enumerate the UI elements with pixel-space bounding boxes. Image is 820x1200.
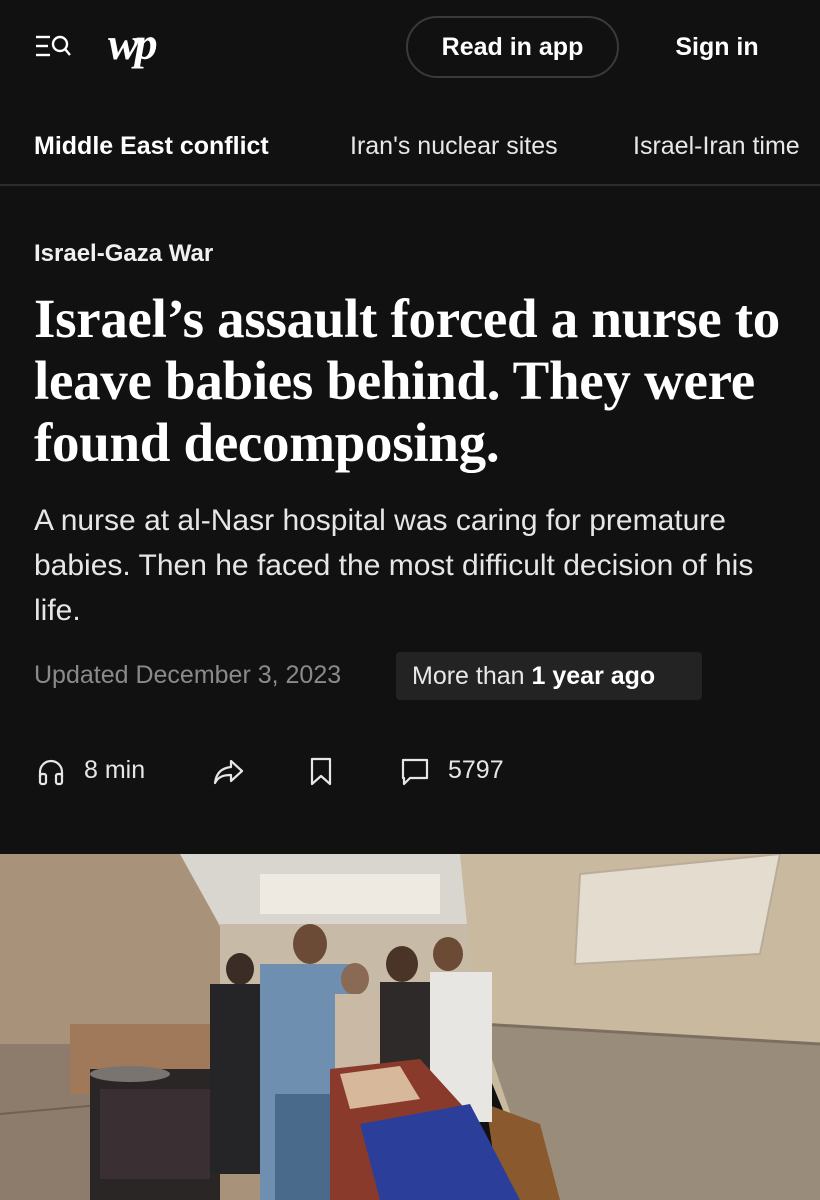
share-arrow-icon	[213, 759, 244, 785]
comment-icon	[401, 758, 429, 786]
hospital-corridor-image	[0, 854, 820, 1200]
article-kicker[interactable]: Israel-Gaza War	[34, 238, 213, 270]
age-value: 1 year ago	[531, 662, 656, 690]
comments-button[interactable]: 5797	[400, 744, 520, 798]
nav-divider	[0, 184, 820, 186]
headphones-icon	[38, 759, 64, 786]
topic-iran-nuclear-sites[interactable]: Iran's nuclear sites	[350, 130, 558, 162]
bookmark-icon	[310, 757, 332, 786]
listen-button[interactable]: 8 min	[34, 744, 160, 798]
read-in-app-button[interactable]: Read in app	[406, 16, 619, 78]
sign-in-button[interactable]: Sign in	[652, 16, 782, 78]
top-bar: wp Read in app Sign in	[0, 0, 820, 96]
share-button[interactable]	[212, 744, 252, 798]
article-actions: 8 min 5797	[0, 744, 820, 798]
washington-post-logo[interactable]: wp	[108, 16, 172, 76]
updated-date: Updated December 3, 2023	[34, 661, 342, 689]
topic-middle-east-conflict[interactable]: Middle East conflict	[34, 130, 269, 162]
menu-search-icon[interactable]	[34, 30, 74, 64]
save-button[interactable]	[306, 744, 340, 798]
comments-count: 5797	[448, 756, 504, 784]
article-page: wp Read in app Sign in Middle East confl…	[0, 0, 820, 1200]
topic-nav: Middle East conflict Iran's nuclear site…	[0, 110, 820, 184]
article-dek: A nurse at al-Nasr hospital was caring f…	[34, 504, 754, 627]
listen-duration: 8 min	[84, 756, 146, 784]
age-prefix: More than	[412, 662, 532, 690]
logo-text: wp	[108, 18, 158, 69]
age-badge: More than 1 year ago	[396, 652, 702, 700]
lead-photo[interactable]	[0, 854, 820, 1200]
article-headline: Israel’s assault forced a nurse to leave…	[34, 288, 780, 473]
topic-israel-iran-timeline[interactable]: Israel-Iran time	[633, 130, 800, 162]
